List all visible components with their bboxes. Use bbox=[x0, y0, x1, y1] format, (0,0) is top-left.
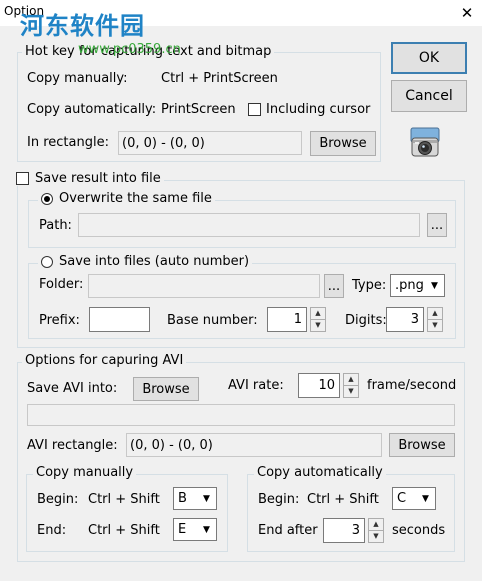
copy-auto-value: PrintScreen bbox=[161, 102, 236, 117]
manual-end-key-select[interactable]: E ▼ bbox=[173, 518, 217, 541]
spin-down-icon[interactable]: ▼ bbox=[311, 320, 325, 331]
save-result-checkbox[interactable] bbox=[16, 172, 29, 185]
chevron-down-icon: ▼ bbox=[203, 493, 210, 504]
path-browse-button[interactable]: ... bbox=[427, 213, 447, 237]
copy-auto-label: Copy automatically: bbox=[27, 102, 157, 117]
digits-spinner[interactable]: ▲ ▼ bbox=[427, 307, 443, 332]
manual-end-key-value: E bbox=[178, 522, 187, 537]
in-rectangle-browse-button[interactable]: Browse bbox=[310, 131, 376, 156]
prefix-input[interactable] bbox=[89, 307, 150, 332]
manual-end-label: End: bbox=[37, 523, 67, 538]
auto-end-unit: seconds bbox=[392, 523, 446, 538]
overwrite-radio[interactable] bbox=[41, 192, 53, 205]
in-rectangle-field: (0, 0) - (0, 0) bbox=[118, 131, 302, 155]
avi-rate-input[interactable]: 10 bbox=[298, 373, 340, 398]
save-avi-browse-button[interactable]: Browse bbox=[133, 377, 199, 401]
close-button[interactable]: ✕ bbox=[452, 0, 482, 26]
save-files-legend: Save into files (auto number) bbox=[38, 254, 253, 269]
save-files-label: Save into files (auto number) bbox=[59, 254, 250, 269]
camera-icon[interactable] bbox=[408, 125, 442, 159]
avi-rectangle-browse-button[interactable]: Browse bbox=[389, 433, 455, 457]
spin-up-icon[interactable]: ▲ bbox=[311, 308, 325, 320]
watermark-url: www.pc0359.cn bbox=[78, 42, 181, 57]
including-cursor-checkbox[interactable] bbox=[248, 103, 261, 116]
avi-rate-unit: frame/second bbox=[367, 378, 457, 393]
folder-browse-button[interactable]: ... bbox=[324, 274, 344, 298]
spin-up-icon[interactable]: ▲ bbox=[369, 519, 383, 531]
save-result-label: Save result into file bbox=[35, 171, 161, 186]
including-cursor-label: Including cursor bbox=[266, 102, 371, 117]
chevron-down-icon: ▼ bbox=[203, 524, 210, 535]
manual-begin-mod: Ctrl + Shift bbox=[88, 492, 160, 507]
auto-end-spinner[interactable]: ▲ ▼ bbox=[368, 518, 384, 543]
auto-begin-mod: Ctrl + Shift bbox=[307, 492, 379, 507]
spin-up-icon[interactable]: ▲ bbox=[344, 374, 358, 386]
auto-begin-label: Begin: bbox=[258, 492, 300, 507]
copy-manually-label: Copy manually: bbox=[27, 71, 128, 86]
avi-rate-spinner[interactable]: ▲ ▼ bbox=[343, 373, 359, 398]
in-rectangle-label: In rectangle: bbox=[27, 135, 109, 150]
manual-end-mod: Ctrl + Shift bbox=[88, 523, 160, 538]
ok-button[interactable]: OK bbox=[391, 42, 467, 74]
type-select-value: .png bbox=[395, 278, 424, 293]
prefix-label: Prefix: bbox=[39, 313, 80, 328]
avi-legend: Options for capuring AVI bbox=[22, 353, 187, 368]
auto-end-input[interactable]: 3 bbox=[323, 518, 365, 543]
auto-begin-key-select[interactable]: C ▼ bbox=[392, 487, 436, 510]
spin-down-icon[interactable]: ▼ bbox=[344, 386, 358, 397]
folder-label: Folder: bbox=[39, 277, 84, 292]
avi-copy-auto-legend: Copy automatically bbox=[254, 465, 386, 480]
auto-begin-key-value: C bbox=[397, 491, 407, 506]
base-number-label: Base number: bbox=[167, 313, 258, 328]
folder-field bbox=[88, 274, 320, 298]
avi-copy-manually-legend: Copy manually bbox=[33, 465, 137, 480]
overwrite-legend: Overwrite the same file bbox=[38, 191, 215, 206]
base-number-input[interactable]: 1 bbox=[267, 307, 307, 332]
path-field bbox=[78, 213, 420, 237]
cancel-button[interactable]: Cancel bbox=[391, 80, 467, 112]
type-select[interactable]: .png ▼ bbox=[390, 274, 445, 297]
spin-up-icon[interactable]: ▲ bbox=[428, 308, 442, 320]
watermark-logo: 河东软件园 bbox=[20, 12, 145, 40]
avi-rate-label: AVI rate: bbox=[228, 378, 284, 393]
digits-input[interactable]: 3 bbox=[386, 307, 424, 332]
save-result-legend: Save result into file bbox=[13, 171, 164, 186]
copy-manually-value: Ctrl + PrintScreen bbox=[161, 71, 278, 86]
type-label: Type: bbox=[352, 278, 387, 293]
spin-down-icon[interactable]: ▼ bbox=[369, 531, 383, 542]
base-number-spinner[interactable]: ▲ ▼ bbox=[310, 307, 326, 332]
manual-begin-key-value: B bbox=[178, 491, 187, 506]
digits-label: Digits: bbox=[345, 313, 387, 328]
save-files-radio[interactable] bbox=[41, 255, 53, 268]
overwrite-label: Overwrite the same file bbox=[59, 191, 212, 206]
avi-rectangle-label: AVI rectangle: bbox=[27, 438, 118, 453]
auto-end-label: End after bbox=[258, 523, 318, 538]
path-label: Path: bbox=[39, 218, 72, 233]
save-avi-label: Save AVI into: bbox=[27, 381, 118, 396]
avi-rectangle-field: (0, 0) - (0, 0) bbox=[126, 433, 382, 457]
manual-begin-label: Begin: bbox=[37, 492, 79, 507]
avi-path-field bbox=[27, 404, 455, 426]
manual-begin-key-select[interactable]: B ▼ bbox=[173, 487, 217, 510]
chevron-down-icon: ▼ bbox=[431, 280, 438, 291]
spin-down-icon[interactable]: ▼ bbox=[428, 320, 442, 331]
chevron-down-icon: ▼ bbox=[422, 493, 429, 504]
